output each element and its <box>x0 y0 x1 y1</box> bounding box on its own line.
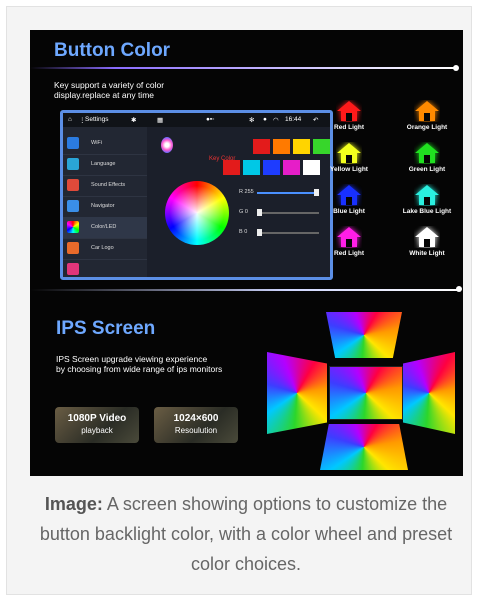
ips-screen-description: IPS Screen upgrade viewing experience by… <box>56 354 223 374</box>
settings-screen: ⌂ ⋮ Settings ✱ ▦ ●▪◦ ✻ ● ◠ 16:44 ↶ WiFi <box>60 110 333 280</box>
ips-screen-title: IPS Screen <box>56 318 156 339</box>
swatch-red-2[interactable] <box>223 160 240 175</box>
house-icon <box>337 227 361 247</box>
grid-icon: ▦ <box>157 117 164 124</box>
resolution-badge: 1024×600 Resoulution <box>154 407 238 443</box>
color-wheel[interactable] <box>165 181 229 245</box>
divider-glow <box>30 67 455 69</box>
preset-color-label: Yellow Light <box>330 166 368 173</box>
preset-color-label: Red Light <box>334 124 364 131</box>
swatch-blue[interactable] <box>263 160 280 175</box>
sidebar-item-sound-effects[interactable]: Sound Effects <box>63 175 147 197</box>
preset-color-label: Red Light <box>334 250 364 257</box>
slider-r-handle[interactable] <box>314 189 319 196</box>
sidebar-item-wifi[interactable]: WiFi <box>63 133 147 155</box>
status-bar: ⌂ ⋮ Settings ✱ ▦ ●▪◦ ✻ ● ◠ 16:44 ↶ <box>63 113 330 127</box>
preset-color-label: Green Light <box>408 166 446 173</box>
back-icon[interactable]: ↶ <box>313 116 318 124</box>
sidebar-item-navigator[interactable]: Navigator <box>63 196 147 218</box>
image-caption: Image: A screen showing options to custo… <box>39 494 453 574</box>
swatch-magenta[interactable] <box>283 160 300 175</box>
sidebar-item-color-led[interactable]: Color/LED <box>63 217 147 239</box>
slider-b-handle[interactable] <box>257 229 262 236</box>
color-led-icon <box>67 221 79 233</box>
card: Button Color Key support a variety of co… <box>6 6 472 595</box>
sound-icon <box>67 179 79 191</box>
fan-icon: ✱ <box>131 117 137 124</box>
slider-r-readout: R 255 <box>239 189 254 195</box>
bulb-icon <box>161 137 173 153</box>
screen-panel-center <box>329 366 403 420</box>
preset-color-label: Orange Light <box>406 124 448 131</box>
slider-g-readout: G 0 <box>239 209 248 215</box>
car-logo-icon <box>67 242 79 254</box>
status-time: 16:44 <box>285 116 302 123</box>
divider-dot-2 <box>456 286 462 292</box>
wifi-icon <box>67 137 79 149</box>
slider-r-fill <box>257 192 319 194</box>
wifi-icon: ◠ <box>273 117 279 124</box>
home-icon: ⌂ <box>68 116 72 123</box>
swatch-yellow[interactable] <box>293 139 310 154</box>
more-icon <box>67 263 79 275</box>
status-settings: Settings <box>85 116 109 123</box>
sidebar-item-car-logo[interactable]: Car Logo <box>63 238 147 260</box>
settings-sidebar: WiFi Language Sound Effects Navigator Co… <box>63 127 147 277</box>
house-icon <box>415 143 439 163</box>
preset-color-label: Lake Blue Light <box>402 208 452 215</box>
house-icon <box>337 143 361 163</box>
slider-g-handle[interactable] <box>257 209 262 216</box>
swatch-green[interactable] <box>313 139 330 154</box>
screen-panel-top <box>326 312 402 358</box>
sidebar-item-language[interactable]: Language <box>63 154 147 176</box>
house-icon <box>415 185 439 205</box>
swatch-red[interactable] <box>253 139 270 154</box>
sidebar-item-more[interactable] <box>63 259 147 277</box>
divider-glow-2 <box>30 289 458 291</box>
house-icon <box>415 101 439 121</box>
button-color-title: Button Color <box>54 40 171 61</box>
navigator-icon <box>67 200 79 212</box>
product-image: Button Color Key support a variety of co… <box>30 30 463 476</box>
house-icon <box>415 227 439 247</box>
preset-color-label: White Light <box>409 250 445 257</box>
divider-dot <box>453 65 459 71</box>
screen-panel-left <box>267 352 327 434</box>
preset-color-label: Blue Light <box>333 208 365 215</box>
language-icon <box>67 158 79 170</box>
screen-panel-bottom <box>320 424 408 470</box>
slider-b-readout: B 0 <box>239 229 248 235</box>
bluetooth-icon: ✻ <box>249 117 255 124</box>
location-icon: ● <box>263 116 267 123</box>
video-badge: 1080P Video playback <box>55 407 139 443</box>
slider-b-track[interactable] <box>257 232 319 234</box>
house-icon <box>337 101 361 121</box>
button-color-description: Key support a variety of color display.r… <box>54 80 165 100</box>
swatch-orange[interactable] <box>273 139 290 154</box>
swatch-cyan[interactable] <box>243 160 260 175</box>
screen-panel-right <box>403 352 455 434</box>
status-icons: ●▪◦ <box>206 116 215 123</box>
house-icon <box>337 185 361 205</box>
